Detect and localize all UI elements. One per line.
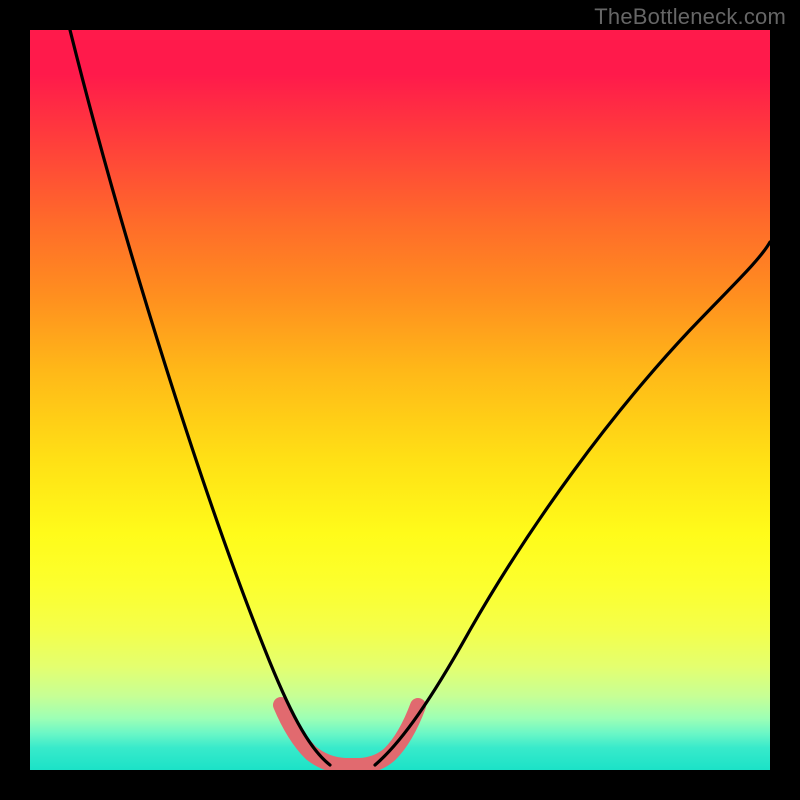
curve-right-branch	[375, 242, 770, 765]
plot-area	[30, 30, 770, 770]
chart-frame: TheBottleneck.com	[0, 0, 800, 800]
watermark-text: TheBottleneck.com	[594, 4, 786, 30]
curve-left-branch	[70, 30, 330, 765]
curve-bottom-highlight	[281, 705, 418, 766]
curves-svg	[30, 30, 770, 770]
